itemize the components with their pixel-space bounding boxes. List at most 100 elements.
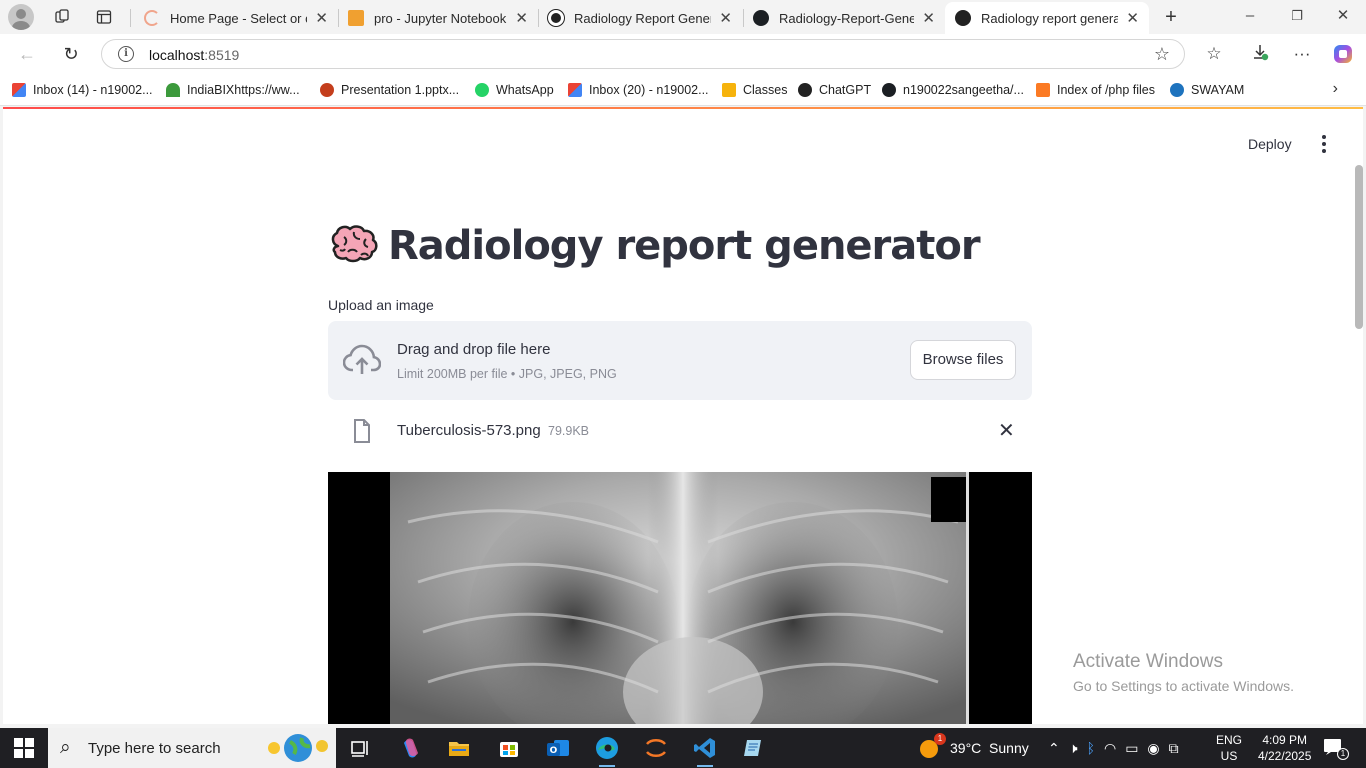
copilot-taskbar-icon[interactable] [398,735,424,761]
battery-icon[interactable]: ▭ [1125,740,1138,757]
tab-close-icon[interactable]: ✕ [1126,9,1139,27]
minimize-icon[interactable]: – [1240,6,1260,26]
tab-github-repo[interactable]: Radiology-Report-Generat ✕ [743,4,945,32]
watermark-title: Activate Windows [1073,651,1223,672]
tab-radiology-active[interactable]: Radiology report generato ✕ [945,2,1149,34]
github-icon [882,83,896,97]
meet-now-icon[interactable]: ◉ [1147,740,1159,757]
deploy-button[interactable]: Deploy [1248,136,1292,152]
cloud-upload-icon [343,344,381,374]
weather-alert-badge: 1 [934,733,946,745]
window-close-icon[interactable]: ✕ [1333,6,1353,26]
bookmark-gmail-inbox-20[interactable]: Inbox (20) - n19002... [568,82,709,98]
tab-radiology-report-generator[interactable]: Radiology Report Generato ✕ [538,4,742,32]
show-hidden-icons-chevron-icon[interactable]: ⌃ [1048,740,1060,757]
windows-start-icon[interactable] [14,738,34,758]
upload-label: Upload an image [328,297,434,313]
volume-icon[interactable]: 🕨 [1069,740,1078,757]
bookmark-php-files[interactable]: Index of /php files [1036,82,1155,98]
bookmark-gmail-inbox-14[interactable]: Inbox (14) - n19002... [12,82,153,98]
bluetooth-icon[interactable]: ᛒ [1087,740,1095,756]
file-explorer-icon[interactable] [446,735,472,761]
streamlit-favicon-icon [955,10,971,26]
input-language[interactable]: ENG US [1216,732,1242,764]
microsoft-store-icon[interactable] [496,735,522,761]
wifi-icon[interactable]: ◠ [1104,740,1116,757]
bookmark-classes[interactable]: Classes [722,82,787,98]
gmail-icon [568,83,582,97]
dropzone-limits: Limit 200MB per file • JPG, JPEG, PNG [397,367,617,381]
sun-weather-icon: 1 [918,733,946,759]
app-title-text: Radiology report generator [388,223,981,269]
whatsapp-icon [475,83,489,97]
outlook-icon[interactable]: O [545,735,571,761]
tab-close-icon[interactable]: ✕ [922,9,935,27]
site-info-icon[interactable]: i [118,46,134,62]
tab-close-icon[interactable]: ✕ [515,9,528,27]
tab-jupyter[interactable]: pro - Jupyter Notebook ✕ [338,4,538,32]
weather-widget[interactable]: 1 39°C Sunny [918,728,1029,768]
edge-browser-icon[interactable] [594,735,620,767]
refresh-icon[interactable]: ↻ [60,43,82,65]
uploaded-xray-image [328,472,1032,724]
restore-icon[interactable]: ❐ [1287,6,1307,26]
classroom-icon [722,83,736,97]
search-placeholder: Type here to search [88,740,221,757]
bookmark-github[interactable]: n190022sangeetha/... [882,82,1024,98]
downloads-icon[interactable] [1248,43,1272,65]
clock-time: 4:09 PM [1262,733,1308,747]
bookmark-indiabix[interactable]: IndiaBIXhttps://ww... [166,82,300,98]
vertical-tabs-icon[interactable] [94,7,114,27]
uploaded-file-size: 79.9KB [548,424,590,438]
swayam-icon [1170,83,1184,97]
url-text[interactable]: localhost:8519 [149,47,239,63]
taskbar-clock[interactable]: 4:09 PM 4/22/2025 [1258,732,1311,764]
notification-count-badge: 1 [1337,748,1349,760]
favorites-icon[interactable]: ☆ [1202,43,1226,65]
chevron-right-icon[interactable]: › [1333,80,1338,98]
taskbar-search-box[interactable]: ⌕ Type here to search [48,728,336,768]
clock-date: 4/22/2025 [1258,749,1312,763]
chatgpt-icon [798,83,812,97]
gmail-icon [12,83,26,97]
uploaded-file-name: Tuberculosis-573.png [397,422,541,439]
region-code: US [1220,749,1238,763]
windows-activation-watermark: Activate Windows Go to Settings to activ… [1073,651,1294,694]
tab-close-icon[interactable]: ✕ [315,9,328,27]
vscode-icon[interactable] [692,735,718,767]
workspaces-icon[interactable] [52,7,72,27]
tab-home-page[interactable]: Home Page - Select or cre ✕ [134,4,338,32]
favorite-star-icon[interactable]: ☆ [1154,44,1170,65]
main-menu-icon[interactable] [1319,135,1329,153]
back-arrow-icon[interactable]: ← [16,43,38,65]
search-icon: ⌕ [60,737,71,758]
tab-close-icon[interactable]: ✕ [719,9,732,27]
notification-center-icon[interactable]: 1 [1323,738,1349,760]
bookmark-chatgpt[interactable]: ChatGPT [798,82,871,98]
task-view-icon[interactable] [347,735,373,761]
loading-spinner-icon [144,10,160,26]
notepad-app-icon[interactable] [740,735,766,761]
browser-tab-strip: Home Page - Select or cre ✕ pro - Jupyte… [0,0,1366,34]
system-tray: ⌃ 🕨 ᛒ ◠ ▭ ◉ ⧉ [1048,728,1179,768]
watermark-subtitle: Go to Settings to activate Windows. [1073,678,1294,694]
indiabix-icon [166,83,180,97]
file-dropzone[interactable]: Drag and drop file here Limit 200MB per … [328,321,1032,400]
remove-file-icon[interactable]: ✕ [998,418,1015,443]
display-icon[interactable]: ⧉ [1169,740,1179,757]
copilot-icon[interactable] [1331,43,1355,65]
bookmark-whatsapp[interactable]: WhatsApp [475,82,554,98]
jupyter-app-icon[interactable] [643,735,669,761]
bookmark-presentation[interactable]: Presentation 1.pptx... [320,82,459,98]
new-tab-icon[interactable]: + [1161,6,1181,28]
tab-title: Radiology Report Generato [574,10,711,26]
more-options-icon[interactable]: ··· [1290,43,1314,65]
page-scrollbar[interactable] [1355,165,1363,329]
address-bar[interactable]: i localhost:8519 ☆ [101,39,1185,69]
profile-avatar-icon[interactable] [8,4,34,30]
xampp-icon [1036,83,1050,97]
dropzone-instructions: Drag and drop file here [397,341,551,358]
browse-files-button[interactable]: Browse files [910,340,1016,380]
openai-favicon-icon [548,10,564,26]
bookmark-swayam[interactable]: SWAYAM [1170,82,1244,98]
